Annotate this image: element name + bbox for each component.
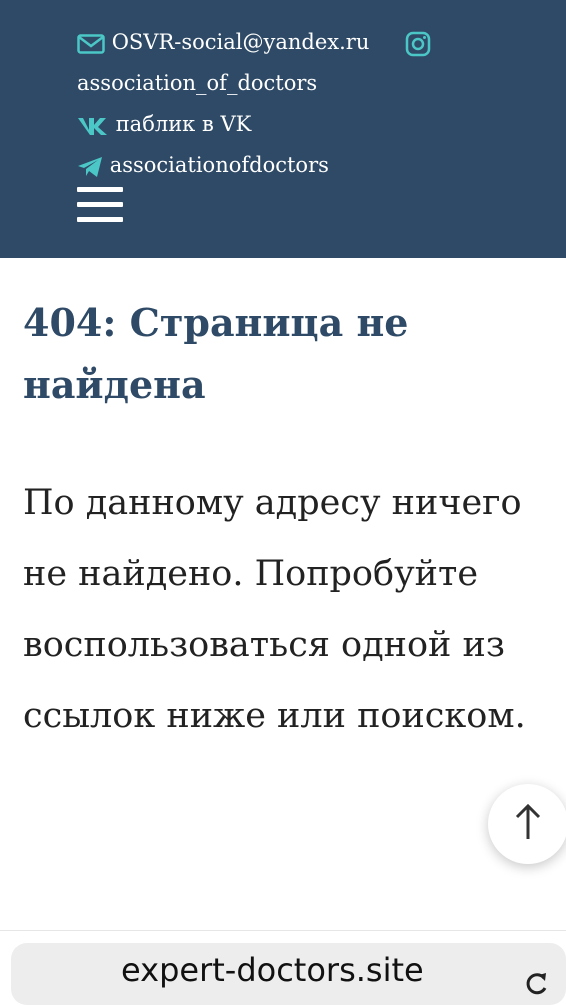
email-text: OSVR-social@yandex.ru bbox=[111, 30, 370, 54]
menu-line bbox=[77, 217, 123, 222]
telegram-link[interactable]: associationofdoctors bbox=[77, 153, 329, 177]
envelope-icon bbox=[77, 33, 105, 54]
instagram-icon[interactable] bbox=[405, 31, 431, 57]
url-field[interactable]: expert-doctors.site bbox=[11, 943, 566, 1005]
menu-line bbox=[77, 187, 123, 192]
email-link[interactable]: OSVR-social@yandex.ru bbox=[77, 30, 376, 54]
menu-line bbox=[77, 202, 123, 207]
contact-links: OSVR-social@yandex.ru association_of_doc… bbox=[77, 22, 517, 186]
browser-address-bar: expert-doctors.site bbox=[0, 930, 566, 1005]
scroll-to-top-button[interactable] bbox=[488, 784, 566, 864]
page-title: 404: Страница не найдена bbox=[23, 300, 409, 407]
instagram-link[interactable]: association_of_doctors bbox=[77, 71, 324, 95]
arrow-up-icon bbox=[514, 803, 542, 845]
vk-text: паблик в VK bbox=[115, 112, 252, 136]
hamburger-icon[interactable] bbox=[77, 187, 123, 223]
telegram-icon bbox=[77, 156, 103, 178]
vk-icon bbox=[77, 116, 109, 136]
not-found-message: По данному адресу ничего не найдено. Поп… bbox=[23, 483, 526, 736]
telegram-text: associationofdoctors bbox=[109, 153, 329, 177]
url-text: expert-doctors.site bbox=[121, 951, 424, 989]
vk-link[interactable]: паблик в VK bbox=[77, 112, 258, 136]
site-header: OSVR-social@yandex.ru association_of_doc… bbox=[0, 0, 566, 258]
reload-icon[interactable] bbox=[524, 971, 550, 997]
instagram-text: association_of_doctors bbox=[77, 71, 318, 95]
